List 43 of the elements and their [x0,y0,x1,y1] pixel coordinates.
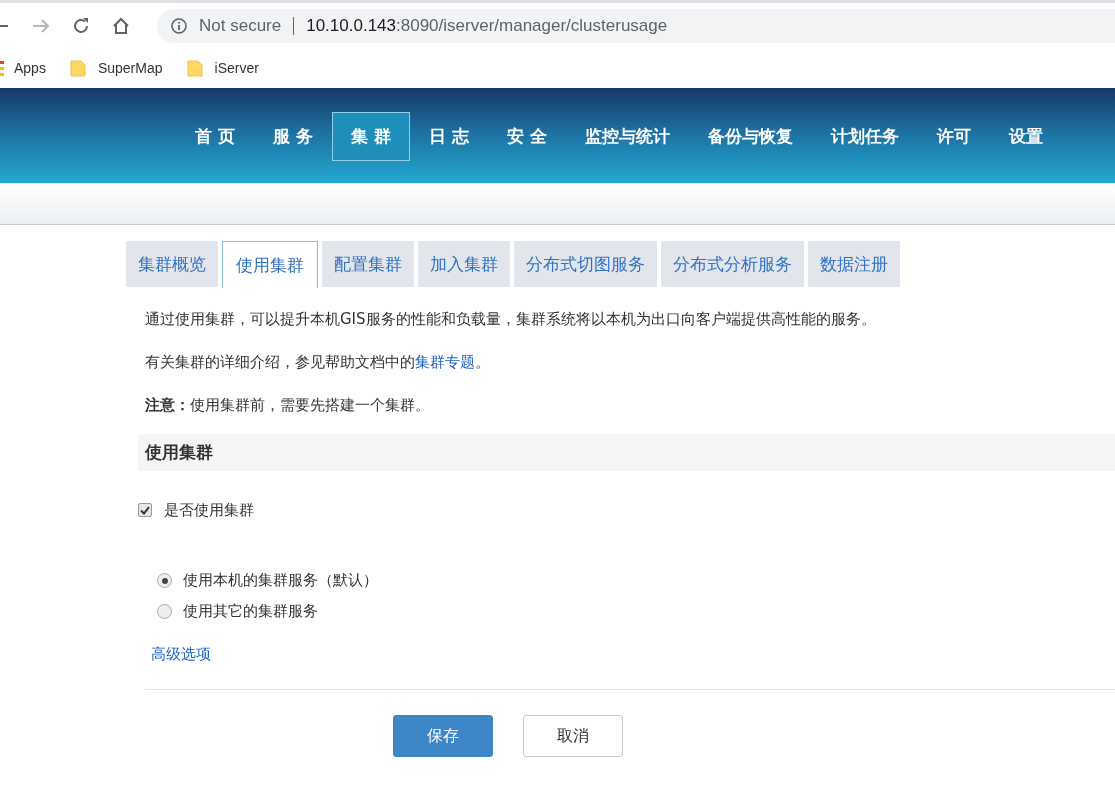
nav-item[interactable]: 首 页 [176,112,254,161]
nav-item[interactable]: 日 志 [409,112,488,161]
bookmark[interactable]: Apps [0,60,46,76]
tab[interactable]: 加入集群 [418,241,510,287]
nav-item[interactable]: 许可 [917,112,990,161]
nav-item[interactable]: 服 务 [253,112,332,161]
info-icon[interactable] [171,17,187,34]
nav-item[interactable]: 设置 [989,112,1062,161]
checkbox-label: 是否使用集群 [164,500,254,520]
home-icon[interactable] [112,16,130,35]
intro-text: 有关集群的详细介绍，参见帮助文档中的集群专题。 [145,352,491,373]
section-title: 使用集群 [138,434,1115,471]
intro-text: 注意：使用集群前，需要先搭建一个集群。 [145,395,431,416]
tab[interactable]: 使用集群 [222,241,318,288]
cancel-button[interactable]: 取消 [523,715,623,757]
intro-text: 通过使用集群，可以提升本机GIS服务的性能和负载量，集群系统将以本机为出口向客户端提供高性能的服务。 [145,309,877,330]
apps-grid-icon [0,60,4,76]
nav-item[interactable]: 计划任务 [811,112,918,161]
folder-icon [69,59,86,77]
bookmark[interactable]: SuperMap [69,59,163,77]
nav-item[interactable]: 集 群 [331,112,410,161]
tab[interactable]: 分布式分析服务 [661,241,804,287]
tab[interactable]: 配置集群 [322,241,414,287]
folder-icon [186,59,203,77]
tab[interactable]: 数据注册 [808,241,900,287]
advanced-options-link[interactable]: 高级选项 [151,641,211,667]
radio-label: 使用其它的集群服务 [183,602,318,621]
radio-button[interactable] [157,604,172,619]
address-bar[interactable]: Not secure 10.10.0.143:8090/iserver/manager/clusterusage [157,8,1115,43]
tab[interactable]: 分布式切图服务 [514,241,657,287]
save-button[interactable]: 保存 [393,715,493,757]
help-link[interactable]: 集群专题 [415,353,475,371]
tab[interactable]: 集群概览 [126,241,218,287]
radio-label: 使用本机的集群服务（默认） [183,571,378,590]
bookmark[interactable]: iServer [186,59,259,77]
url-text: 10.10.0.143:8090/iserver/manager/clusterusage [306,15,668,36]
nav-item[interactable]: 监控与统计 [565,112,689,161]
nav-item[interactable]: 备份与恢复 [688,112,812,161]
security-label: Not secure [199,15,282,36]
checkbox[interactable] [138,503,152,517]
reload-icon[interactable] [72,16,90,35]
radio-button[interactable] [157,573,172,588]
nav-item[interactable]: 安 全 [487,112,566,161]
